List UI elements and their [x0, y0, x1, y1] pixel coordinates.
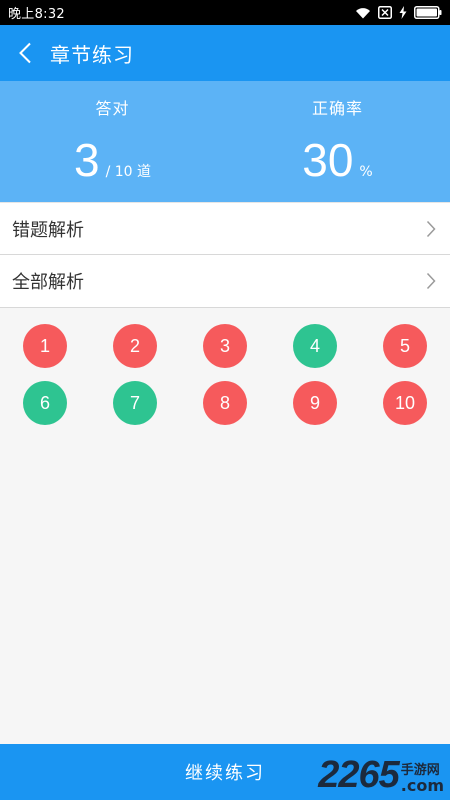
question-number-9-wrong[interactable]: 9 — [293, 381, 337, 425]
question-number-6-correct[interactable]: 6 — [23, 381, 67, 425]
continue-practice-label: 继续练习 — [185, 763, 265, 784]
question-number-8-wrong[interactable]: 8 — [203, 381, 247, 425]
analysis-menu: 错题解析 全部解析 — [0, 202, 450, 308]
question-number-7-correct[interactable]: 7 — [113, 381, 157, 425]
correct-count-panel: 答对 3 / 10 道 — [0, 81, 225, 202]
chevron-left-icon — [19, 42, 31, 64]
all-answers-analysis-item[interactable]: 全部解析 — [0, 255, 450, 308]
battery-icon — [414, 6, 442, 19]
question-cell: 7 — [90, 381, 180, 425]
accuracy-unit: % — [359, 164, 373, 180]
score-summary: 答对 3 / 10 道 正确率 30 % — [0, 81, 450, 202]
question-cell: 9 — [270, 381, 360, 425]
accuracy-panel: 正确率 30 % — [225, 81, 450, 202]
accuracy-label: 正确率 — [311, 99, 363, 118]
menu-item-label: 全部解析 — [12, 272, 84, 293]
notification-x-icon — [378, 6, 392, 19]
question-number-4-correct[interactable]: 4 — [293, 324, 337, 368]
question-cell: 4 — [270, 324, 360, 368]
question-number-2-wrong[interactable]: 2 — [113, 324, 157, 368]
charging-icon — [399, 6, 407, 19]
question-cell: 1 — [0, 324, 90, 368]
question-cell: 5 — [360, 324, 450, 368]
question-cell: 6 — [0, 381, 90, 425]
status-time: 晚上8:32 — [8, 7, 65, 22]
status-icons — [355, 6, 442, 19]
question-grid: 1 2 3 4 5 6 7 8 9 10 — [0, 324, 450, 425]
continue-practice-button[interactable]: 继续练习 — [0, 744, 450, 800]
question-cell: 8 — [180, 381, 270, 425]
question-cell: 3 — [180, 324, 270, 368]
accuracy-value: 30 — [302, 134, 354, 186]
question-number-1-wrong[interactable]: 1 — [23, 324, 67, 368]
back-button[interactable] — [0, 25, 50, 81]
question-number-3-wrong[interactable]: 3 — [203, 324, 247, 368]
wrong-answers-analysis-item[interactable]: 错题解析 — [0, 202, 450, 255]
question-number-5-wrong[interactable]: 5 — [383, 324, 427, 368]
correct-label: 答对 — [95, 99, 130, 118]
chevron-right-icon — [426, 220, 436, 237]
menu-item-label: 错题解析 — [12, 219, 84, 241]
chevron-right-icon — [426, 272, 436, 290]
correct-count: 3 — [73, 134, 100, 186]
page-title: 章节练习 — [50, 42, 134, 67]
wifi-icon — [355, 7, 371, 19]
nav-bar: 章节练习 — [0, 25, 450, 81]
question-cell: 2 — [90, 324, 180, 368]
question-number-10-wrong[interactable]: 10 — [383, 381, 427, 425]
total-count: / 10 道 — [105, 164, 152, 180]
status-bar: 晚上8:32 — [0, 0, 450, 25]
question-cell: 10 — [360, 381, 450, 425]
